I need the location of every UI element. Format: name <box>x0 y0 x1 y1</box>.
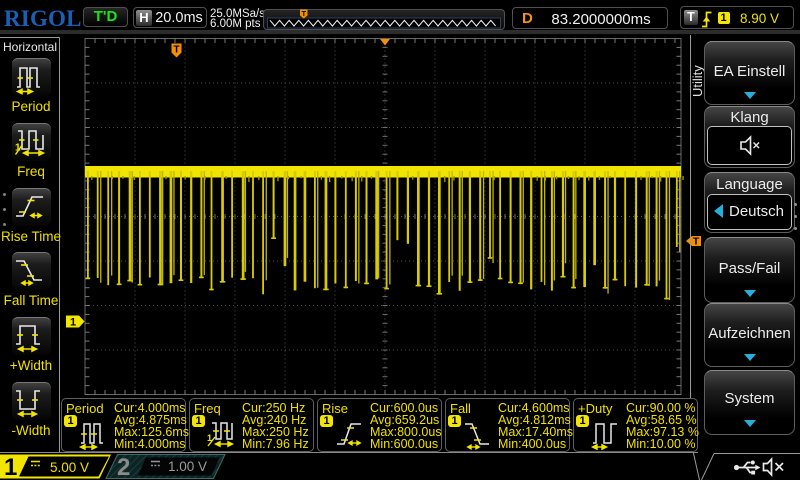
svg-text:T: T <box>173 45 179 56</box>
svg-text:T: T <box>302 9 307 18</box>
svg-text:T: T <box>693 236 700 248</box>
svg-text:1: 1 <box>70 316 76 328</box>
